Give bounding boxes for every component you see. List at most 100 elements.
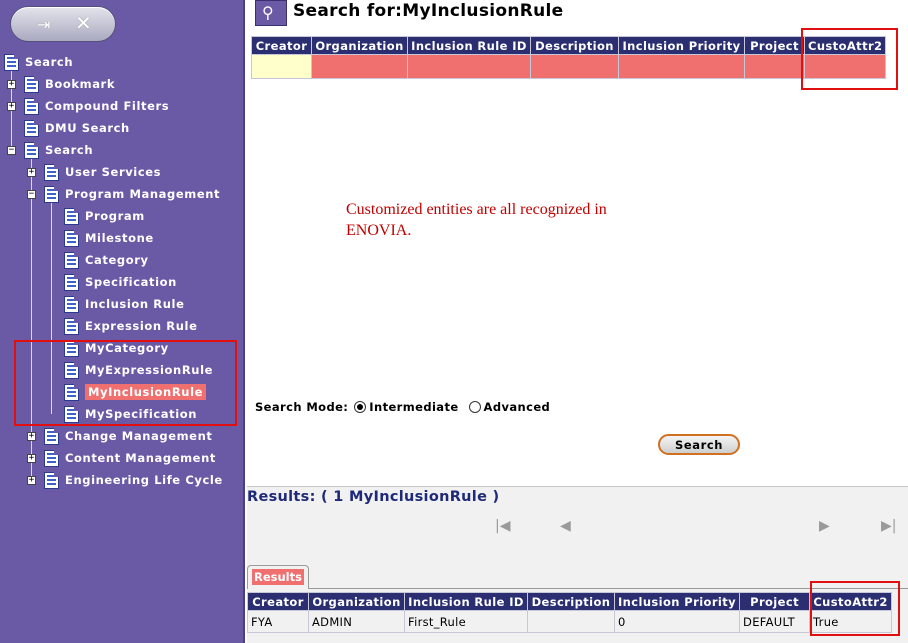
search-mode-label: Search Mode: (255, 400, 349, 414)
column-header-inclusion-rule-id: Inclusion Rule ID (404, 592, 528, 611)
document-icon (4, 53, 19, 71)
tree-node-label: DMU Search (45, 121, 130, 135)
radio-advanced[interactable]: Advanced (463, 400, 551, 414)
organization-input-cell[interactable] (311, 54, 408, 79)
tree-node-label: Search (45, 143, 94, 157)
tree-node-label: Specification (85, 275, 177, 289)
search-icon: ⚲ (255, 0, 287, 26)
expand-icon[interactable]: + (27, 476, 36, 485)
radio-intermediate[interactable]: Intermediate (348, 400, 458, 414)
column-header-project: Project (739, 592, 811, 611)
tree-item-search[interactable]: Search (24, 141, 93, 159)
document-icon (44, 449, 59, 467)
tree-item-inclusion-rule[interactable]: Inclusion Rule (64, 295, 184, 313)
tab-results[interactable]: Results (247, 565, 309, 589)
navigation-sidebar: ⇥ ✕ Search + Bookmark + Compound Filters… (0, 0, 245, 643)
cell-inclusion-priority: 0 (613, 610, 741, 633)
expand-icon[interactable]: + (27, 454, 36, 463)
document-icon (64, 251, 79, 269)
tree-item-dmu-search[interactable]: DMU Search (24, 119, 130, 137)
tree-root-search[interactable]: Search (4, 53, 73, 71)
annotation-note: Customized entities are all recognized i… (344, 199, 674, 243)
results-pane: Results: ( 1 MyInclusionRule ) |◀ ◀ ▶ ▶|… (247, 486, 908, 643)
tree-item-content-management[interactable]: Content Management (44, 449, 216, 467)
tree-item-program[interactable]: Program (64, 207, 145, 225)
column-header-organization: Organization (308, 592, 405, 611)
close-icon: ✕ (75, 11, 92, 35)
tree-item-compound-filters[interactable]: Compound Filters (24, 97, 169, 115)
search-criteria-table: Creator Organization Inclusion Rule ID D… (251, 36, 887, 79)
tree-node-label: Engineering Life Cycle (65, 473, 223, 487)
collapse-icon[interactable]: − (7, 146, 16, 155)
creator-input-cell[interactable] (251, 54, 312, 79)
description-input-cell[interactable] (530, 54, 619, 79)
tree-item-category[interactable]: Category (64, 251, 149, 269)
tree-item-engineering-life-cycle[interactable]: Engineering Life Cycle (44, 471, 223, 489)
document-icon (24, 119, 39, 137)
document-icon (64, 317, 79, 335)
document-icon (64, 229, 79, 247)
document-icon (44, 471, 59, 489)
radio-intermediate-label: Intermediate (369, 400, 459, 414)
tree-item-specification[interactable]: Specification (64, 273, 177, 291)
creator-input[interactable] (255, 55, 308, 78)
tree-item-change-management[interactable]: Change Management (44, 427, 212, 445)
column-header-inclusion-priority: Inclusion Priority (613, 592, 741, 611)
expand-icon[interactable]: + (27, 432, 36, 441)
expand-icon[interactable]: + (7, 80, 16, 89)
search-button[interactable]: Search (658, 434, 740, 455)
project-input-cell[interactable] (744, 54, 805, 79)
tree-node-label: Expression Rule (85, 319, 198, 333)
document-icon (44, 185, 59, 203)
document-icon (64, 207, 79, 225)
tree-node-label: Category (85, 253, 149, 267)
document-icon (24, 97, 39, 115)
cell-organization: ADMIN (308, 610, 405, 633)
prev-page-icon[interactable]: ◀ (560, 518, 571, 534)
document-icon (64, 273, 79, 291)
table-row[interactable]: FYA ADMIN First_Rule 0 DEFAULT True (247, 610, 893, 633)
expand-icon[interactable]: + (27, 168, 36, 177)
column-header-organization: Organization (311, 36, 408, 55)
radio-intermediate-button[interactable] (354, 401, 367, 413)
inclusion-priority-input-cell[interactable] (618, 54, 745, 79)
column-header-project: Project (744, 36, 805, 55)
next-page-icon[interactable]: ▶ (819, 518, 830, 534)
custom-entities-highlight-box (14, 340, 237, 426)
cell-inclusion-rule-id: First_Rule (404, 610, 528, 633)
expand-icon[interactable]: + (7, 102, 16, 111)
document-icon (24, 141, 39, 159)
page-title: Search for:MyInclusionRule (293, 1, 564, 21)
custoattr2-result-highlight-box (810, 581, 900, 636)
search-mode-group: Search Mode: Intermediate Advanced (255, 400, 554, 414)
panel-toggle-button[interactable]: ⇥ ✕ (10, 6, 116, 42)
column-header-inclusion-priority: Inclusion Priority (618, 36, 745, 55)
cell-creator: FYA (247, 610, 309, 633)
tree-node-label: Compound Filters (45, 99, 170, 113)
column-header-description: Description (530, 36, 619, 55)
column-header-description: Description (527, 592, 615, 611)
tree-item-milestone[interactable]: Milestone (64, 229, 154, 247)
column-header-creator: Creator (247, 592, 309, 611)
tree-item-expression-rule[interactable]: Expression Rule (64, 317, 197, 335)
custoattr2-search-highlight-box (801, 28, 898, 90)
tree-item-user-services[interactable]: User Services (44, 163, 161, 181)
radio-advanced-button[interactable] (468, 401, 481, 413)
tree-item-bookmark[interactable]: Bookmark (24, 75, 115, 93)
tree-node-label: User Services (65, 165, 162, 179)
document-icon (44, 163, 59, 181)
inclusion-rule-id-input-cell[interactable] (407, 54, 531, 79)
last-page-icon[interactable]: ▶| (881, 518, 896, 534)
column-header-creator: Creator (251, 36, 312, 55)
tree-item-program-management[interactable]: Program Management (44, 185, 220, 203)
main-content: ⚲ Search for:MyInclusionRule Creator Org… (247, 0, 908, 643)
first-page-icon[interactable]: |◀ (495, 518, 510, 534)
tree-node-label: Milestone (85, 231, 154, 245)
document-icon (24, 75, 39, 93)
tree-node-label: Inclusion Rule (85, 297, 185, 311)
document-icon (64, 295, 79, 313)
radio-advanced-label: Advanced (483, 400, 551, 414)
results-table: Creator Organization Inclusion Rule ID D… (247, 592, 893, 633)
collapse-icon[interactable]: − (27, 190, 36, 199)
split-view-icon: ⇥ (37, 15, 51, 34)
